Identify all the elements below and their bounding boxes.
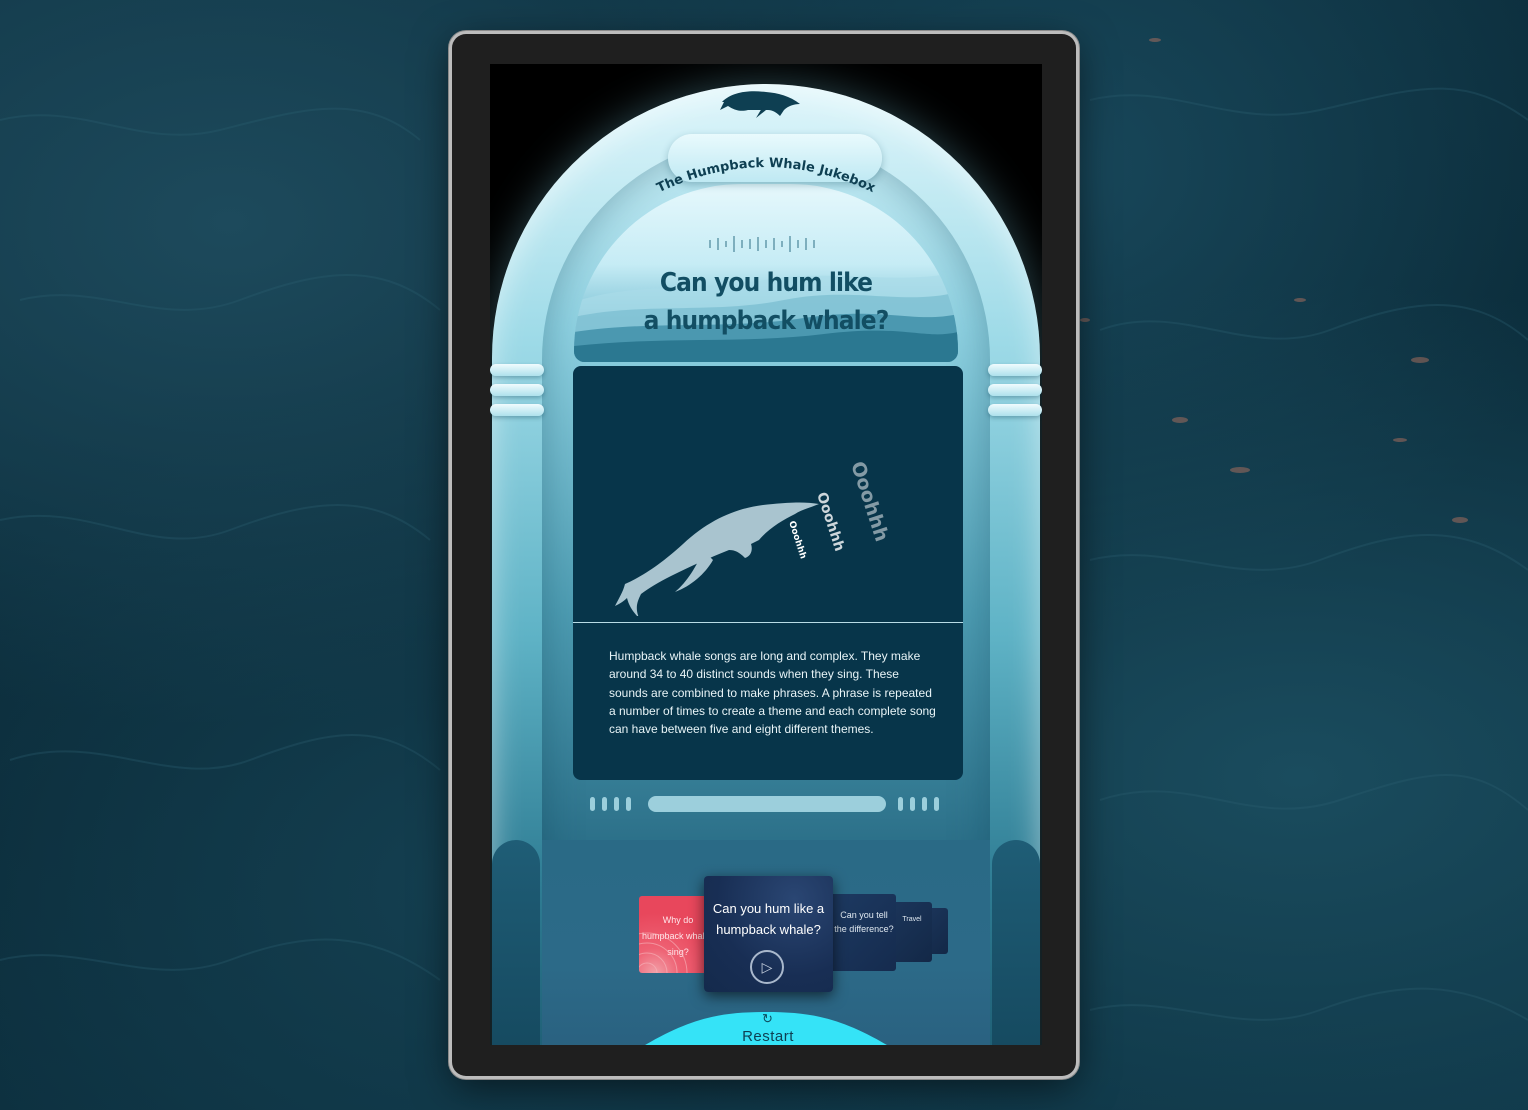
side-bar [988,364,1042,376]
side-bar [490,364,544,376]
sound-text-medium: Ooohhh [813,490,847,553]
song-card-4[interactable]: Travel [892,902,932,962]
app-title: The Humpback Whale Jukebox [655,156,879,196]
description-text: Humpback whale songs are long and comple… [609,649,936,737]
question-line-1: Can you hum like [659,268,873,298]
svg-text:The Humpback Whale Jukebox: The Humpback Whale Jukebox [655,156,879,196]
song-card-3-label: Can you tell the difference? [834,910,894,934]
song-card-3[interactable]: Can you tell the difference? [828,894,896,971]
sound-text-small: Ooohhh [786,520,808,560]
slider-track[interactable] [648,796,886,812]
song-card-2-label: Can you hum like a humpback whale? [712,901,825,937]
song-card-4-label: Travel [902,916,922,923]
song-card-2-active[interactable]: Can you hum like a humpback whale? ▷ [704,876,833,992]
left-side-bars [490,364,544,424]
play-button[interactable]: ▷ [750,950,784,984]
panel-divider [573,622,963,623]
question-heading: Can you hum like a humpback whale? [608,264,925,340]
humpback-whale-illustration: Ooohhh Ooohhh Ooohhh [615,459,893,616]
app-title-text: The Humpback Whale Jukebox [655,156,879,196]
card-rings-decoration [639,932,688,973]
side-bar [988,404,1042,416]
question-line-2: a humpback whale? [643,306,890,336]
restart-label[interactable]: Restart [736,1028,800,1045]
side-bar [490,384,544,396]
sound-text-large: Ooohhh [846,459,893,545]
play-icon: ▷ [761,958,773,975]
refresh-icon[interactable]: ↻ [762,1011,773,1027]
side-bar [490,404,544,416]
side-bar [988,384,1042,396]
tablet-device: The Humpback Whale Jukebox Can you hum l… [452,34,1076,1076]
right-side-bars [988,364,1042,424]
jukebox-screen: The Humpback Whale Jukebox Can you hum l… [490,64,1042,1045]
content-panel: Ooohhh Ooohhh Ooohhh Humpback whale song… [573,366,963,780]
carousel-slider[interactable] [590,796,946,812]
audio-tick-marks [709,236,815,252]
